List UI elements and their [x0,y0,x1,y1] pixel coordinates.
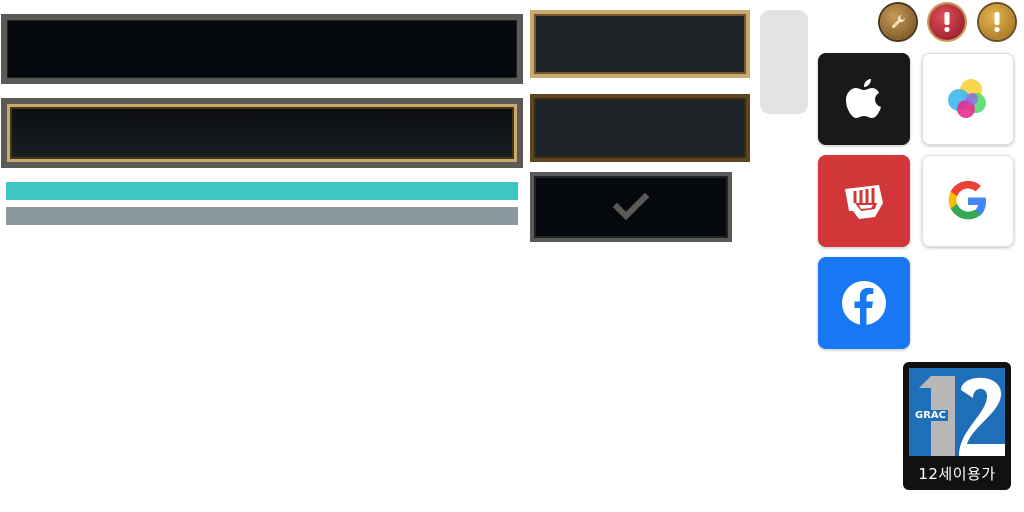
exclamation-icon [994,12,1000,33]
wrench-icon [891,14,906,29]
rating-org-label: GRAC [913,410,948,421]
scrollbar-thumb[interactable] [760,10,808,114]
game-center-login-button[interactable] [922,53,1014,145]
facebook-login-button[interactable] [818,257,910,349]
progress-bar-gray [6,207,518,225]
google-icon [948,180,986,220]
exclamation-icon [944,12,950,33]
warning-badge[interactable] [979,4,1015,40]
rating-emblem: GRAC [909,368,1005,456]
wrench-badge[interactable] [880,4,916,40]
gold-button-pressed[interactable] [530,94,750,162]
apple-icon [846,79,881,118]
riot-fist-icon [845,185,883,219]
age-rating-badge: GRAC 12세이용가 [903,362,1011,490]
riot-login-button[interactable] [818,155,910,247]
text-input-focused[interactable] [1,98,523,168]
facebook-icon [842,281,886,325]
text-input-default[interactable] [1,14,523,84]
checkbox-button[interactable] [530,172,732,242]
gold-button[interactable] [530,10,750,78]
apple-login-button[interactable] [818,53,910,145]
error-badge[interactable] [929,4,965,40]
google-login-button[interactable] [922,155,1014,247]
game-center-icon [948,79,986,118]
rating-age-label: 12세이용가 [918,465,996,483]
checkmark-icon [613,192,649,221]
progress-bar-teal [6,182,518,200]
